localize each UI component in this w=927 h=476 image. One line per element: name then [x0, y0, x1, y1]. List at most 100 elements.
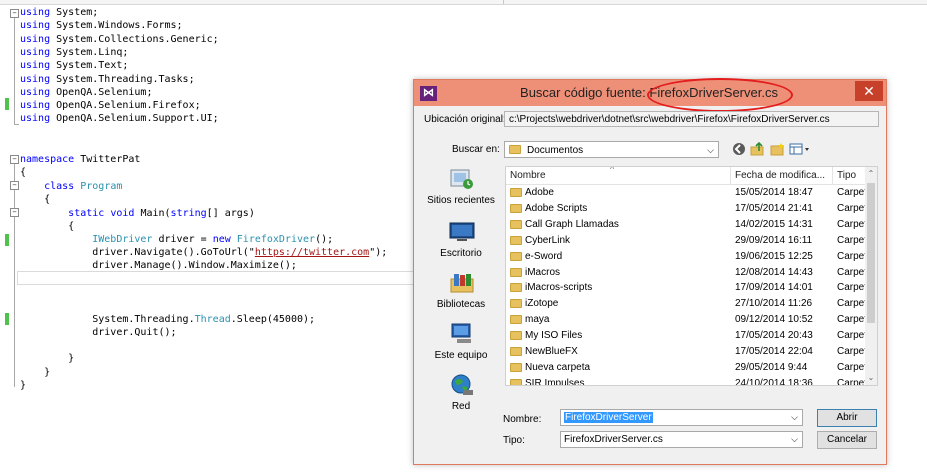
code-line-using[interactable]: using OpenQA.Selenium.Support.UI;: [20, 112, 219, 125]
keyword: using: [20, 7, 51, 18]
keyword: using: [20, 113, 51, 125]
file-list-row[interactable]: iMacros-scripts 17/09/2014 14:01 Carpet: [506, 280, 867, 296]
file-list-row[interactable]: maya 09/12/2014 10:52 Carpet: [506, 312, 867, 328]
file-date: 15/05/2014 18:47: [735, 187, 813, 198]
place-libraries[interactable]: Bibliotecas: [422, 271, 500, 321]
code-line-using[interactable]: using System.Windows.Forms;: [20, 19, 183, 32]
file-date: 17/09/2014 14:01: [735, 282, 813, 294]
filetype-dropdown[interactable]: FirefoxDriverServer.cs ⌵: [560, 431, 803, 448]
cancel-button[interactable]: Cancelar: [817, 431, 877, 449]
file-list-row[interactable]: NewBlueFX 17/05/2014 22:04 Carpet: [506, 344, 867, 360]
outline-collapse-usings[interactable]: −: [10, 9, 19, 18]
find-source-dialog: ⋈ Buscar código fuente: FirefoxDriverSer…: [413, 78, 887, 465]
file-list-row[interactable]: e-Sword 19/06/2015 12:25 Carpet: [506, 249, 867, 265]
keyword: static: [68, 208, 105, 219]
chevron-down-icon: ⌵: [791, 434, 798, 444]
scrollbar-thumb[interactable]: [867, 183, 875, 323]
current-line-highlight: [17, 271, 431, 285]
code-line-using[interactable]: using System;: [20, 6, 98, 19]
folder-icon: [510, 362, 522, 372]
file-name: NewBlueFX: [525, 346, 578, 357]
place-this-pc[interactable]: Este equipo: [422, 322, 500, 372]
code-line-using[interactable]: using System.Linq;: [20, 46, 128, 59]
change-marker: [5, 313, 9, 325]
file-list-row[interactable]: Adobe Scripts 17/05/2014 21:41 Carpet: [506, 201, 867, 217]
file-list-row[interactable]: Call Graph Llamadas 14/02/2015 14:31 Carpe…: [506, 217, 867, 233]
look-in-value: Documentos: [527, 145, 584, 156]
file-list-row[interactable]: Nueva carpeta 29/05/2014 9:44 Carpet: [506, 360, 867, 376]
code-line-using[interactable]: using System.Collections.Generic;: [20, 33, 219, 46]
scroll-down-icon[interactable]: ⌄: [865, 371, 877, 385]
code-text: driver =: [152, 234, 213, 245]
file-name: CyberLink: [525, 234, 571, 246]
dialog-titlebar[interactable]: ⋈ Buscar código fuente: FirefoxDriverSer…: [414, 78, 886, 112]
place-recent-sites[interactable]: Sitios recientes: [422, 167, 500, 217]
file-list-row[interactable]: CyberLink 29/09/2014 16:11 Carpet: [506, 233, 867, 249]
code-line-quit[interactable]: driver.Quit();: [20, 326, 176, 339]
keyword: using: [20, 33, 51, 45]
close-button[interactable]: ✕: [855, 81, 883, 101]
code-line-driver[interactable]: IWebDriver driver = new FirefoxDriver();: [20, 233, 333, 246]
look-in-label: Buscar en:: [452, 144, 500, 155]
code-line-maximize[interactable]: driver.Manage().Window.Maximize();: [20, 259, 297, 272]
code-line[interactable]: }: [20, 379, 26, 392]
code-text: System;: [50, 7, 99, 18]
code-line-sleep[interactable]: System.Threading.Thread.Sleep(45000);: [20, 313, 315, 326]
place-label: Bibliotecas: [436, 299, 486, 310]
code-line[interactable]: }: [20, 366, 50, 379]
column-header-date[interactable]: Fecha de modifica...: [731, 167, 833, 184]
outline-collapse-method[interactable]: −: [10, 208, 19, 217]
outline-collapse-class[interactable]: −: [10, 181, 19, 190]
code-line-navigate[interactable]: driver.Navigate().GoToUrl("https://twitt…: [20, 246, 387, 259]
code-line-main[interactable]: static void Main(string[] args): [20, 207, 255, 220]
file-type: Carpet: [837, 202, 867, 214]
place-label: Este equipo: [434, 350, 488, 361]
code-line[interactable]: {: [20, 166, 26, 179]
place-network[interactable]: Red: [422, 373, 500, 423]
code-line-using[interactable]: using System.Threading.Tasks;: [20, 73, 195, 86]
url-link[interactable]: https://twitter.com: [255, 247, 369, 258]
code-text: ();: [315, 234, 334, 245]
file-date: 09/12/2014 10:52: [735, 314, 813, 326]
new-folder-icon[interactable]: [770, 142, 785, 157]
view-menu-icon[interactable]: [789, 142, 811, 157]
file-list[interactable]: Nombre ^ Fecha de modifica... Tipo Adobe 1…: [505, 166, 878, 386]
filename-input[interactable]: FirefoxDriverServer: [564, 412, 653, 423]
folder-icon: [510, 299, 522, 309]
code-line[interactable]: {: [20, 220, 74, 233]
code-line-namespace[interactable]: namespace TwitterPat: [20, 153, 140, 166]
file-list-row[interactable]: iZotope 27/10/2014 11:26 Carpet: [506, 296, 867, 312]
chevron-down-icon[interactable]: ⌵: [791, 410, 798, 425]
back-icon[interactable]: [731, 142, 746, 157]
scroll-up-icon[interactable]: ⌃: [865, 167, 877, 181]
look-in-dropdown[interactable]: Documentos ⌵: [504, 141, 719, 158]
up-folder-icon[interactable]: [750, 141, 765, 157]
file-date: 24/10/2014 18:36: [735, 377, 813, 386]
folder-icon: [510, 331, 522, 341]
filename-combobox[interactable]: FirefoxDriverServer ⌵: [560, 409, 803, 426]
keyword: string: [170, 208, 207, 219]
file-list-row[interactable]: My ISO Files 17/05/2014 20:43 Carpet: [506, 328, 867, 344]
code-line-class[interactable]: class Program: [20, 180, 122, 193]
file-type: Carpet: [837, 361, 867, 373]
code-line-using[interactable]: using System.Text;: [20, 59, 128, 72]
code-text: }: [44, 367, 51, 378]
place-desktop[interactable]: Escritorio: [422, 220, 500, 270]
file-type: Carpet: [837, 218, 867, 230]
code-line[interactable]: {: [20, 193, 50, 206]
code-line[interactable]: }: [20, 352, 74, 365]
file-list-row[interactable]: iMacros 12/08/2014 14:43 Carpet: [506, 265, 867, 281]
type-name: Program: [80, 181, 123, 192]
folder-icon: [510, 219, 522, 229]
outline-collapse-namespace[interactable]: −: [10, 155, 19, 164]
code-line-using[interactable]: using OpenQA.Selenium;: [20, 86, 152, 99]
file-list-row[interactable]: Adobe 15/05/2014 18:47 Carpet: [506, 185, 867, 201]
type-name: FirefoxDriver: [236, 234, 316, 245]
open-button[interactable]: Abrir: [817, 409, 877, 427]
file-list-scrollbar[interactable]: ⌃ ⌄: [865, 167, 877, 385]
type-name: IWebDriver: [92, 234, 153, 245]
file-list-row[interactable]: SIR Impulses 24/10/2014 18:36 Carpet: [506, 376, 867, 386]
place-label: Escritorio: [440, 248, 482, 259]
code-line-using[interactable]: using OpenQA.Selenium.Firefox;: [20, 99, 201, 112]
column-header-name[interactable]: Nombre ^: [506, 167, 731, 184]
